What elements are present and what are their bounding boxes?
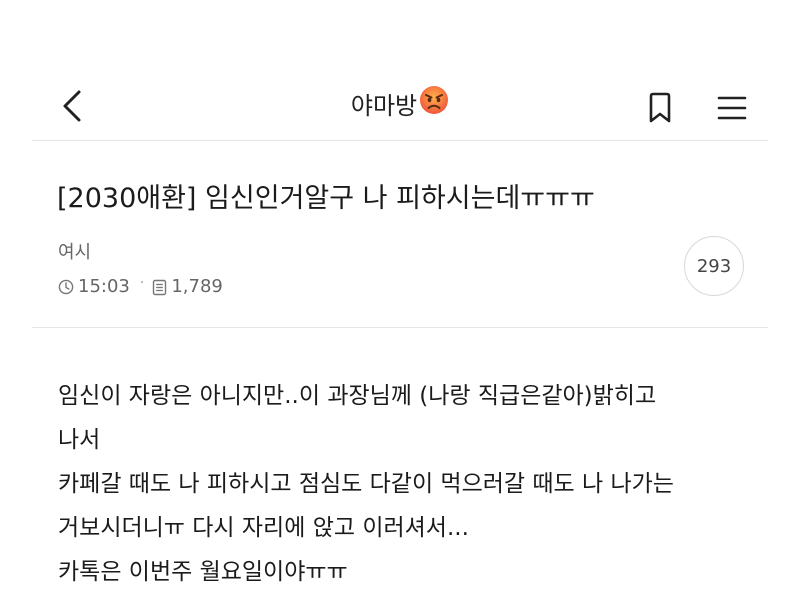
document-views-icon xyxy=(153,279,167,295)
board-name: 야마방 xyxy=(350,92,418,120)
bookmark-button[interactable] xyxy=(640,86,680,130)
meta-separator: · xyxy=(139,275,145,291)
post-views: 1,789 xyxy=(171,276,223,297)
board-title[interactable]: 야마방 xyxy=(0,85,800,125)
post-author[interactable]: 여시 xyxy=(58,240,91,266)
post-body: 임신이 자랑은 아니지만..이 과장님께 (나랑 직급은같아)밝히고 나서 카페… xyxy=(58,374,768,594)
body-line: 임신이 자랑은 아니지만..이 과장님께 (나랑 직급은같아)밝히고 xyxy=(58,383,657,409)
post-meta: 15:03 · 1,789 xyxy=(58,274,223,300)
post-time: 15:03 xyxy=(78,276,130,297)
clock-icon xyxy=(58,279,74,295)
comment-count: 293 xyxy=(696,255,732,277)
header-divider xyxy=(32,140,768,141)
body-line: 나서 xyxy=(58,427,101,453)
hamburger-menu-icon xyxy=(717,96,747,120)
angry-face-icon xyxy=(419,85,449,125)
comment-count-button[interactable]: 293 xyxy=(684,236,744,296)
top-navigation-bar: 야마방 xyxy=(0,62,800,152)
body-line: 거보시더니ㅠ 다시 자리에 앉고 이러셔서... xyxy=(58,515,469,541)
menu-button[interactable] xyxy=(712,86,752,130)
post-header-divider xyxy=(32,327,768,328)
post-title: [2030애환] 임신인거알구 나 피하시는데ㅠㅠㅠ xyxy=(57,183,595,214)
body-line: 카페갈 때도 나 피하시고 점심도 다같이 먹으러갈 때도 나 나가는 xyxy=(58,471,674,497)
body-line: 카톡은 이번주 월요일이야ㅠㅠ xyxy=(58,559,348,585)
bookmark-icon xyxy=(649,92,671,123)
